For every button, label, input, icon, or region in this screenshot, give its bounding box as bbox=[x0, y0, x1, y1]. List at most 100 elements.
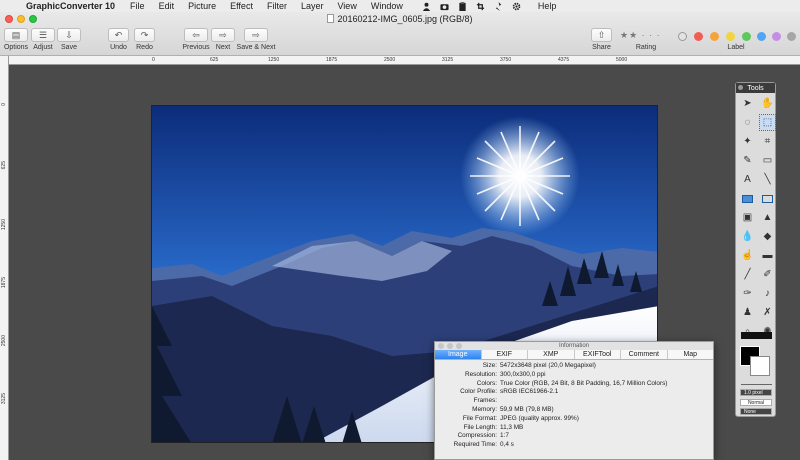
ruler-tick-label: 3125 bbox=[1, 393, 7, 405]
info-row-frames: Frames: bbox=[435, 397, 713, 406]
information-tabs: Image EXIF XMP EXIFTool Comment Map bbox=[435, 350, 713, 360]
magic-wand-tool-icon[interactable]: ✦ bbox=[740, 134, 755, 149]
sharpen-tool-icon[interactable]: ◆ bbox=[760, 229, 775, 244]
label-green-button[interactable] bbox=[742, 32, 751, 41]
adjust-button[interactable]: ☰ bbox=[31, 28, 55, 42]
blend-select[interactable]: None bbox=[740, 408, 772, 415]
rectangle-tool-icon[interactable] bbox=[760, 191, 775, 206]
info-row-memory: Memory: 59,9 MB (79,8 MB) bbox=[435, 406, 713, 415]
save-button[interactable]: ⇩ bbox=[57, 28, 81, 42]
information-header[interactable]: Information bbox=[435, 342, 713, 350]
menu-help[interactable]: Help bbox=[531, 1, 564, 11]
tab-xmp[interactable]: XMP bbox=[528, 350, 575, 359]
arrow-tool-icon[interactable]: ➤ bbox=[740, 96, 755, 111]
mode-select[interactable]: Normal bbox=[740, 399, 772, 406]
line-style-bar[interactable] bbox=[741, 384, 772, 385]
stamp-tool-icon[interactable]: ▣ bbox=[740, 210, 755, 225]
save-and-next-button[interactable]: ⇨ bbox=[244, 28, 268, 42]
sponge-tool-icon[interactable]: ▬ bbox=[760, 248, 775, 263]
info-key: File Format: bbox=[462, 414, 497, 422]
tab-exif[interactable]: EXIF bbox=[482, 350, 528, 359]
rectangle-select-tool-icon[interactable]: ⬚ bbox=[759, 114, 776, 131]
undo-button[interactable]: ↶ bbox=[108, 28, 129, 42]
line-tool-icon[interactable]: ╲ bbox=[760, 172, 775, 187]
tools-header[interactable]: Tools bbox=[736, 83, 775, 93]
pen-width-bar[interactable] bbox=[741, 332, 772, 339]
tab-map[interactable]: Map bbox=[668, 350, 714, 359]
brush-tool-icon[interactable]: ╱ bbox=[740, 267, 755, 282]
burn-tool-icon[interactable]: ✐ bbox=[760, 267, 775, 282]
tools-title: Tools bbox=[747, 84, 764, 92]
minimize-icon[interactable] bbox=[447, 343, 453, 349]
vertical-ruler[interactable]: 0 625 1250 1875 2500 3125 bbox=[0, 56, 9, 460]
rating-stars[interactable]: ★★ · · · bbox=[620, 30, 661, 41]
smudge-tool-icon[interactable]: ☝ bbox=[740, 248, 755, 263]
info-row-colors: Colors: True Color (RGB, 24 Bit, 8 Bit Pa… bbox=[435, 380, 713, 389]
menu-view[interactable]: View bbox=[330, 1, 363, 11]
scribble-icon[interactable] bbox=[494, 1, 503, 11]
pencil-tool-icon[interactable]: ✎ bbox=[740, 153, 755, 168]
next-button[interactable]: ⇨ bbox=[211, 28, 235, 42]
ruler-tick-label: 625 bbox=[1, 161, 7, 170]
label-yellow-button[interactable] bbox=[726, 32, 735, 41]
next-label: Next bbox=[215, 44, 231, 51]
label-none-button[interactable] bbox=[678, 32, 687, 41]
info-value: 11,3 MB bbox=[500, 423, 524, 431]
menu-app-name[interactable]: GraphicConverter 10 bbox=[22, 1, 123, 11]
eraser-tool-icon[interactable]: ▭ bbox=[760, 153, 775, 168]
info-row-size: Size: 5472x3648 pixel (20,0 Megapixel) bbox=[435, 362, 713, 371]
share-button[interactable]: ⇧ bbox=[591, 28, 612, 42]
label-red-button[interactable] bbox=[694, 32, 703, 41]
ruler-tick-label: 3125 bbox=[442, 57, 454, 63]
camera-icon[interactable] bbox=[440, 2, 449, 11]
tab-image[interactable]: Image bbox=[435, 350, 482, 359]
airbrush-tool-icon[interactable]: ✑ bbox=[740, 286, 755, 301]
label-blue-button[interactable] bbox=[757, 32, 766, 41]
person-icon[interactable] bbox=[422, 2, 431, 11]
menu-edit[interactable]: Edit bbox=[152, 1, 182, 11]
info-value: 1:7 bbox=[500, 432, 509, 440]
horizontal-ruler[interactable]: 0 625 1250 1875 2500 3125 3750 4375 5000 bbox=[9, 56, 800, 65]
previous-button[interactable]: ⇦ bbox=[184, 28, 208, 42]
background-color-swatch[interactable] bbox=[750, 356, 770, 376]
redo-button[interactable]: ↷ bbox=[134, 28, 155, 42]
options-button[interactable]: ▤ bbox=[4, 28, 28, 42]
crop-tool-icon[interactable]: ⌗ bbox=[760, 134, 775, 149]
label-purple-button[interactable] bbox=[772, 32, 781, 41]
info-value: 59,9 MB (79,8 MB) bbox=[500, 405, 554, 413]
menu-window[interactable]: Window bbox=[364, 1, 410, 11]
person-tool-icon[interactable]: ♟ bbox=[740, 305, 755, 320]
redo-icon: ↷ bbox=[140, 29, 149, 40]
crop-icon[interactable] bbox=[476, 2, 485, 11]
drop-tool-icon[interactable]: 💧 bbox=[740, 229, 755, 244]
ruler-tick-label: 4375 bbox=[558, 57, 570, 63]
save-label: Save bbox=[61, 44, 77, 51]
close-icon[interactable] bbox=[438, 343, 444, 349]
menu-effect[interactable]: Effect bbox=[223, 1, 260, 11]
menu-layer[interactable]: Layer bbox=[294, 1, 331, 11]
dodge-tool-icon[interactable]: ♪ bbox=[760, 286, 775, 301]
menu-picture[interactable]: Picture bbox=[181, 1, 223, 11]
undo-label: Undo bbox=[110, 44, 127, 51]
tab-exiftool[interactable]: EXIFTool bbox=[575, 350, 621, 359]
label-gray-button[interactable] bbox=[787, 32, 796, 41]
lasso-tool-icon[interactable]: ◌ bbox=[740, 115, 755, 130]
clipboard-icon[interactable] bbox=[458, 1, 467, 11]
gear-icon[interactable] bbox=[512, 2, 521, 11]
redo-label: Redo bbox=[136, 44, 153, 51]
zoom-icon[interactable] bbox=[456, 343, 462, 349]
menu-file[interactable]: File bbox=[123, 1, 152, 11]
pen-size-select[interactable]: 1.0 pixel bbox=[740, 389, 772, 396]
tools-palette: Tools ➤ ✋ ◌ ⬚ ✦ ⌗ ✎ ▭ A ╲ ▣ ▲ 💧 ◆ ☝ ▬ ╱ … bbox=[735, 82, 776, 417]
bucket-tool-icon[interactable]: ▲ bbox=[760, 210, 775, 225]
redeye-tool-icon[interactable]: ✗ bbox=[760, 305, 775, 320]
info-value: 300,0x300,0 ppi bbox=[500, 370, 546, 378]
menu-filter[interactable]: Filter bbox=[260, 1, 294, 11]
info-key: Resolution: bbox=[465, 370, 497, 378]
tab-comment[interactable]: Comment bbox=[621, 350, 668, 359]
text-tool-icon[interactable]: A bbox=[740, 172, 755, 187]
label-orange-button[interactable] bbox=[710, 32, 719, 41]
filled-rectangle-tool-icon[interactable] bbox=[740, 191, 755, 206]
close-icon[interactable] bbox=[738, 85, 743, 90]
hand-tool-icon[interactable]: ✋ bbox=[760, 96, 775, 111]
